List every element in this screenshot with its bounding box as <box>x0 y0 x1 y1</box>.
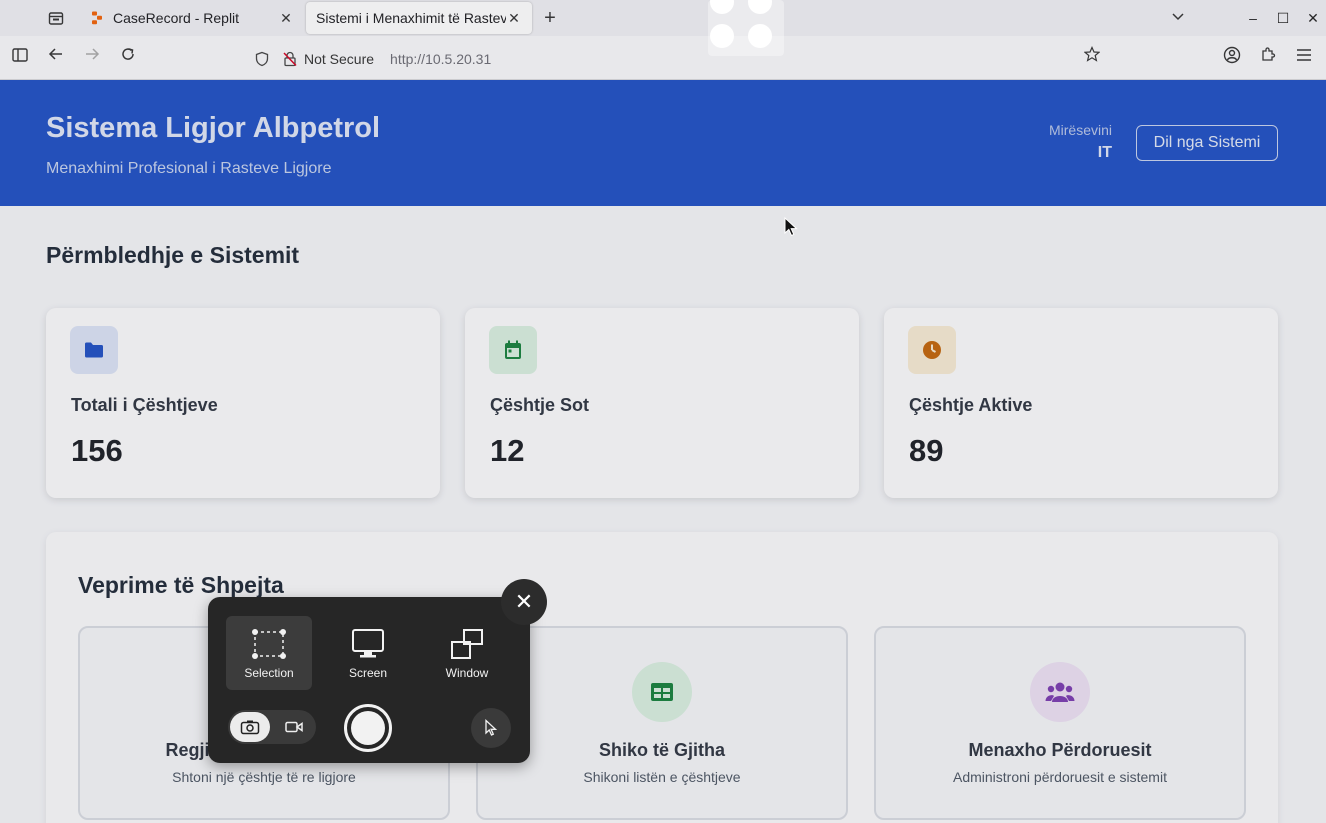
quick-action-view-all[interactable]: Shiko të Gjitha Shikoni listën e çështje… <box>476 626 848 820</box>
welcome-block: Mirësevini IT <box>1049 122 1112 162</box>
stat-value: 89 <box>909 433 944 468</box>
chevron-down-icon[interactable] <box>1166 6 1190 30</box>
site-title: Sistema Ligjor Albpetrol <box>46 112 381 144</box>
url-text[interactable]: http://10.5.20.31 <box>390 51 491 67</box>
tab-title: CaseRecord - Replit <box>113 10 240 26</box>
mouse-pointer-icon <box>784 216 798 237</box>
selection-handle[interactable] <box>710 0 734 14</box>
quick-action-label: Menaxho Përdoruesit <box>968 740 1152 760</box>
selection-icon <box>226 616 312 660</box>
tab-list-icon[interactable] <box>40 6 72 30</box>
stat-value: 12 <box>490 433 525 468</box>
close-screenshot-button[interactable]: ✕ <box>501 579 547 625</box>
browser-tab-bar: CaseRecord - Replit ✕ Sistemi i Menaxhim… <box>0 0 1326 36</box>
account-icon[interactable] <box>1220 46 1244 70</box>
stat-label: Çështje Aktive <box>909 395 1033 415</box>
video-camera-icon[interactable] <box>274 712 314 742</box>
mode-label: Window <box>445 666 489 680</box>
stat-card-total: Totali i Çështjeve 156 <box>46 308 440 498</box>
maximize-button[interactable]: ☐ <box>1271 6 1295 30</box>
table-icon <box>632 662 692 722</box>
tab-casrecord[interactable]: CaseRecord - Replit ✕ <box>80 2 304 34</box>
camera-icon[interactable] <box>230 712 270 742</box>
site-subtitle: Menaxhimi Profesional i Rasteve Ligjore <box>46 160 332 177</box>
tab-close-icon[interactable]: ✕ <box>506 10 522 26</box>
extensions-icon[interactable] <box>1256 46 1280 70</box>
forward-arrow-icon[interactable] <box>80 46 104 70</box>
screen-recording-indicator[interactable] <box>708 0 784 56</box>
logout-button[interactable]: Dil nga Sistemi <box>1136 125 1278 161</box>
selection-mode-button[interactable]: Selection <box>226 616 312 690</box>
show-pointer-toggle[interactable] <box>471 708 511 748</box>
new-tab-button[interactable]: + <box>538 6 562 30</box>
stat-card-today: Çështje Sot 12 <box>465 308 859 498</box>
quick-action-desc: Administroni përdoruesit e sistemit <box>953 769 1167 785</box>
web-page: Sistema Ligjor Albpetrol Menaxhimi Profe… <box>0 80 1326 823</box>
screenshot-toolbar: Selection Screen Window <box>208 597 530 763</box>
menu-icon[interactable] <box>1292 46 1316 70</box>
capture-button[interactable] <box>344 704 392 752</box>
selection-handle[interactable] <box>748 24 772 48</box>
back-arrow-icon[interactable] <box>44 46 68 70</box>
tab-close-icon[interactable]: ✕ <box>278 10 294 26</box>
stat-card-active: Çështje Aktive 89 <box>884 308 1278 498</box>
selection-handle[interactable] <box>748 0 772 14</box>
site-header: Sistema Ligjor Albpetrol Menaxhimi Profe… <box>0 80 1326 206</box>
sidebar-toggle-icon[interactable] <box>8 46 32 70</box>
overview-title: Përmbledhje e Sistemit <box>46 242 300 268</box>
users-icon <box>1030 662 1090 722</box>
capture-type-toggle[interactable] <box>228 710 316 744</box>
calendar-icon <box>489 326 537 374</box>
mode-label: Screen <box>348 666 388 680</box>
insecure-lock-icon[interactable] <box>282 51 298 67</box>
replit-icon <box>90 11 104 25</box>
welcome-label: Mirësevini <box>1048 122 1112 138</box>
stat-label: Totali i Çështjeve <box>71 395 218 415</box>
tab-active-system[interactable]: Sistemi i Menaxhimit të Rasteve ✕ <box>306 2 532 34</box>
quick-action-label: Shiko të Gjitha <box>598 740 726 760</box>
window-mode-button[interactable]: Window <box>424 616 510 690</box>
address-bar[interactable]: Not Secure http://10.5.20.31 <box>254 42 1112 76</box>
clock-icon <box>908 326 956 374</box>
window-icon <box>424 616 510 660</box>
monitor-icon <box>325 616 411 660</box>
pointer-icon <box>485 719 498 736</box>
stat-label: Çështje Sot <box>490 395 590 415</box>
browser-nav-bar: Not Secure http://10.5.20.31 <box>0 36 1326 80</box>
quick-action-desc: Shikoni listën e çështjeve <box>583 769 741 785</box>
screen-mode-button[interactable]: Screen <box>325 616 411 690</box>
minimize-button[interactable]: – <box>1241 6 1265 30</box>
bookmark-star-icon[interactable] <box>1080 46 1104 70</box>
reload-icon[interactable] <box>116 46 140 70</box>
tab-title: Sistemi i Menaxhimit të Rasteve <box>316 10 506 26</box>
folder-icon <box>70 326 118 374</box>
stat-value: 156 <box>71 433 123 468</box>
quick-action-desc: Shtoni një çështje të re ligjore <box>172 769 356 785</box>
selection-handle[interactable] <box>710 24 734 48</box>
close-window-button[interactable]: ✕ <box>1301 6 1325 30</box>
mode-label: Selection <box>244 666 294 680</box>
security-label: Not Secure <box>304 51 375 67</box>
quick-actions-title: Veprime të Shpejta <box>78 572 284 598</box>
username: IT <box>1097 144 1112 161</box>
quick-action-manage-users[interactable]: Menaxho Përdoruesit Administroni përdoru… <box>874 626 1246 820</box>
shield-icon[interactable] <box>254 51 270 67</box>
